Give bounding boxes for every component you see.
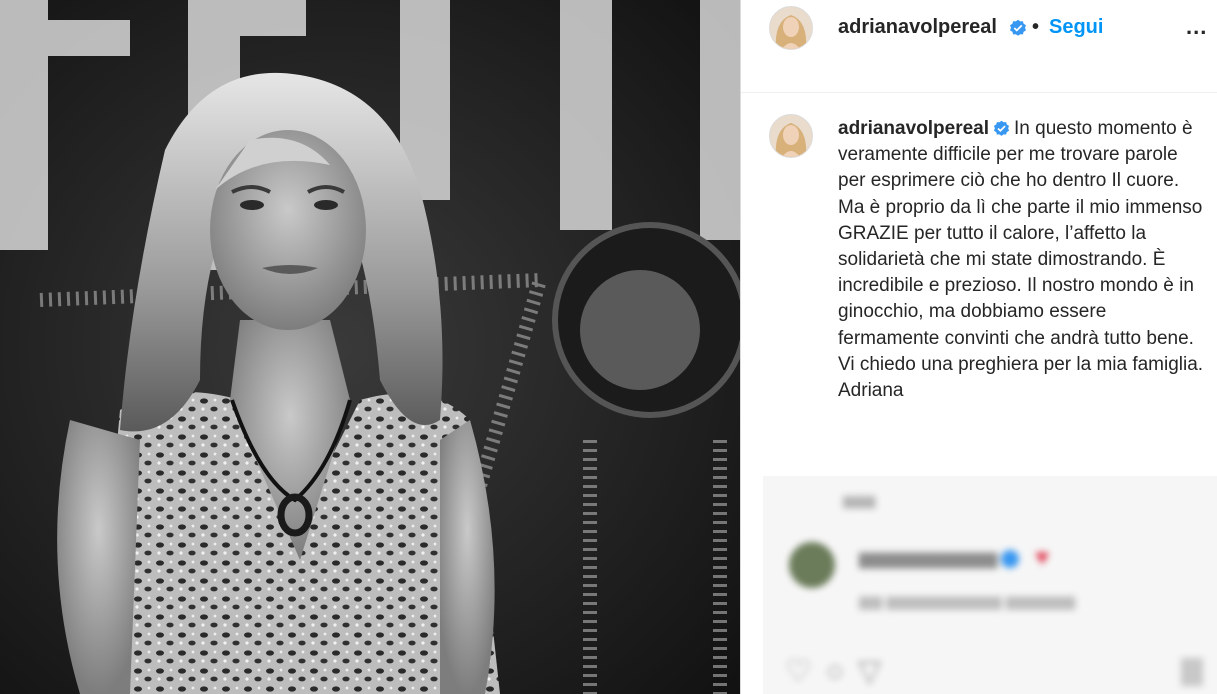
post-action-icons: ♡○▽ (785, 654, 895, 689)
blurred-comment-meta: ▆▆ ▆▆▆▆▆▆▆▆▆▆ ▆▆▆▆▆▆ (859, 593, 1075, 610)
heart-icon: ♡ (785, 655, 826, 688)
post-image (0, 0, 740, 694)
share-icon: ▽ (858, 655, 896, 688)
header-separator: • (1032, 16, 1040, 38)
verified-badge-icon (1010, 19, 1026, 36)
verified-badge-icon (993, 120, 1010, 136)
blurred-content: ▆▆▆ ▆▆▆▆▆▆▆▆▆▆ ♥ ▆▆ ▆▆▆▆▆▆▆▆▆▆ ▆▆▆▆▆▆ ♡○… (763, 476, 1217, 694)
post-photo[interactable] (0, 0, 740, 694)
comment-icon: ○ (825, 655, 859, 688)
follow-button[interactable]: Segui (1049, 16, 1103, 39)
caption-author-avatar[interactable] (769, 114, 813, 158)
author-avatar[interactable] (769, 6, 813, 50)
author-username[interactable]: adrianavolpereal (838, 16, 997, 39)
blurred-comments-area: ▆▆▆ ▆▆▆▆▆▆▆▆▆▆ ♥ ▆▆ ▆▆▆▆▆▆▆▆▆▆ ▆▆▆▆▆▆ ♡○… (763, 476, 1217, 694)
blurred-comment-username: ▆▆▆▆▆▆▆▆▆▆ (859, 548, 998, 568)
bookmark-icon (1181, 658, 1203, 686)
caption-author-username[interactable]: adrianavolpereal (838, 118, 989, 139)
comment-avatar (789, 542, 835, 588)
more-options-icon[interactable]: ... (1186, 14, 1207, 40)
blurred-timestamp: ▆▆▆ (843, 492, 876, 508)
verified-badge-icon (1001, 550, 1019, 568)
caption-text: In questo momento è veramente difficile … (838, 118, 1204, 402)
post-header: adrianavolpereal • Segui ... (741, 0, 1217, 93)
heart-icon: ♥ (1035, 544, 1050, 571)
caption-text-block: adrianavolpereal In questo momento è vera… (838, 116, 1210, 404)
post-details-panel: adrianavolpereal • Segui ... adrianavolp… (741, 0, 1217, 694)
